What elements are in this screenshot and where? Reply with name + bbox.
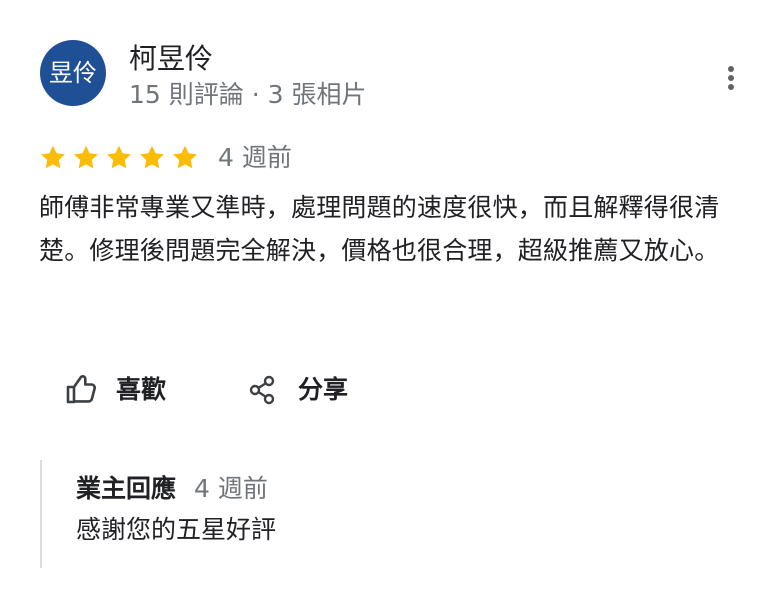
star-icon [107,145,131,169]
owner-reply-label: 業主回應 [76,474,177,503]
owner-reply-text: 感謝您的五星好評 [76,515,277,544]
avatar[interactable]: 昱伶 [40,40,106,106]
owner-reply-time: 4 週前 [194,474,268,503]
review-text: 師傅非常專業又準時，處理問題的速度很快，而且解釋得很清楚。修理後問題完全解決，價… [39,193,720,265]
more-options-button[interactable] [714,59,748,97]
reviewer-name[interactable]: 柯昱伶 [129,42,213,76]
share-icon [246,373,280,407]
thumb-up-icon [64,373,98,407]
avatar-text: 昱伶 [49,59,97,87]
owner-reply: 業主回應 4 週前 感謝您的五星好評 [40,460,742,568]
share-button[interactable]: 分享 [246,368,348,412]
star-icon [173,145,197,169]
star-rating [38,143,200,173]
star-icon [74,145,98,169]
like-label: 喜歡 [116,375,167,404]
review-time: 4 週前 [218,143,292,172]
rating-row: 4 週前 [38,141,292,175]
share-label: 分享 [298,375,349,404]
owner-reply-header: 業主回應 4 週前 [76,474,268,504]
like-button[interactable]: 喜歡 [64,368,166,412]
reviewer-meta: 15 則評論 · 3 張相片 [129,80,367,109]
star-icon [140,145,164,169]
review-card: 昱伶 柯昱伶 15 則評論 · 3 張相片 4 週前 師傅非常專業又準時，處理問… [0,0,784,606]
star-icon [41,145,65,169]
more-vert-icon [728,66,734,90]
